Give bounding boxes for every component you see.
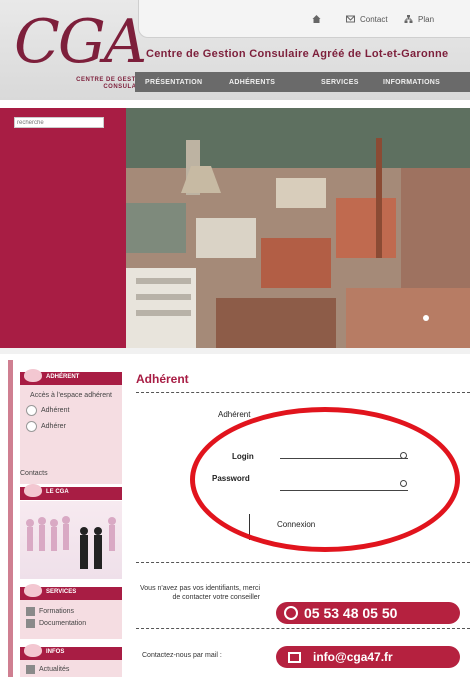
nav-item-services[interactable]: Services: [321, 79, 383, 86]
city-banner-photo: [126, 108, 470, 348]
main-nav: Présentation Adhérents Services Informat…: [135, 72, 470, 92]
sidebar-link-formations[interactable]: Formations: [26, 607, 116, 616]
home-link[interactable]: [311, 14, 322, 24]
sidebar-link-adherer[interactable]: Adhérer: [26, 421, 116, 432]
document-icon: [26, 665, 35, 674]
help-text: Vous n'avez pas vos identifiants, merci …: [140, 585, 261, 601]
speech-bubble-icon: [24, 484, 42, 497]
email-button[interactable]: info@cga47.fr: [276, 646, 460, 668]
sidebar-box-title: Le CGA: [46, 489, 69, 495]
sidebar-box-cga: Le CGA: [20, 484, 122, 579]
document-icon: [26, 619, 35, 628]
sidebar-link-label: Adhérent: [41, 407, 70, 414]
phone-icon: [284, 606, 298, 620]
sitemap-icon: [404, 15, 413, 23]
sidebar-box-text: Accès à l'espace adhérent: [30, 392, 112, 399]
sidebar-box-title: Infos: [46, 649, 65, 655]
document-icon: [26, 607, 35, 616]
sidebar-link-label: Formations: [39, 608, 75, 615]
divider: [136, 392, 470, 393]
divider: [136, 628, 470, 629]
banner-side-panel: [0, 108, 126, 348]
arrow-circle-icon: [26, 421, 37, 432]
banner-separator: [0, 348, 470, 354]
sidebar-link-label: Adhérer: [41, 423, 66, 430]
site-header: Contact Plan CGA CENTRE DE GESTION CONSU…: [0, 0, 470, 100]
phone-number: 05 53 48 05 50: [304, 605, 398, 621]
sidebar-link-documentation[interactable]: Documentation: [26, 619, 116, 628]
sidebar-link-label: Actualités: [39, 666, 70, 673]
city-photo-illustration: [126, 108, 470, 348]
adherent-label: Adhérent: [218, 410, 251, 419]
people-illustration[interactable]: [20, 501, 122, 579]
site-title: Centre de Gestion Consulaire Agréé de Lo…: [146, 48, 449, 60]
arrow-circle-icon: [26, 405, 37, 416]
mail-icon: [288, 651, 301, 663]
sidebar-link-label: Documentation: [39, 620, 87, 627]
sidebar-box-footer[interactable]: Contacts: [20, 470, 48, 477]
sidebar-box-title: Adhérent: [46, 374, 80, 380]
sidebar-link-actualites[interactable]: Actualités: [26, 665, 116, 674]
contact-link[interactable]: Contact: [345, 14, 388, 24]
people-silhouettes-image: [26, 516, 116, 569]
nav-item-adherents[interactable]: Adhérents: [229, 79, 321, 86]
phone-button[interactable]: 05 53 48 05 50: [276, 602, 460, 624]
divider: [136, 562, 470, 563]
logo[interactable]: CGA: [14, 12, 147, 72]
email-address: info@cga47.fr: [313, 650, 393, 664]
speech-bubble-icon: [24, 369, 42, 382]
speech-bubble-icon: [24, 644, 42, 657]
contact-icon: [346, 15, 355, 23]
sidebar-link-adherent[interactable]: Adhérent: [26, 405, 116, 416]
sidebar-box-adherent: Adhérent Accès à l'espace adhérent Adhér…: [20, 369, 122, 484]
sidebar-box-header: Infos: [20, 644, 122, 660]
sidebar-box-infos: Infos Actualités: [20, 644, 122, 677]
sidebar-strip: [8, 360, 13, 677]
contact-label: Contact: [360, 14, 388, 24]
nav-item-informations[interactable]: Informations: [383, 79, 463, 86]
home-icon: [312, 15, 321, 23]
email-text: Contactez-nous par mail :: [142, 652, 222, 659]
sidebar-box-header: Adhérent: [20, 369, 122, 385]
sidebar-box-services: Services Formations Documentation: [20, 584, 122, 639]
plan-label: Plan: [418, 14, 435, 24]
sidebar-box-header: Le CGA: [20, 484, 122, 500]
sidebar-box-title: Services: [46, 589, 77, 595]
plan-link[interactable]: Plan: [403, 14, 434, 24]
top-bar: Contact Plan: [138, 0, 470, 38]
search-input[interactable]: [14, 117, 104, 128]
highlight-circle: [190, 407, 460, 552]
speech-bubble-icon: [24, 584, 42, 597]
sidebar-box-header: Services: [20, 584, 122, 600]
nav-item-presentation[interactable]: Présentation: [145, 79, 229, 86]
page-title: Adhérent: [136, 372, 189, 386]
